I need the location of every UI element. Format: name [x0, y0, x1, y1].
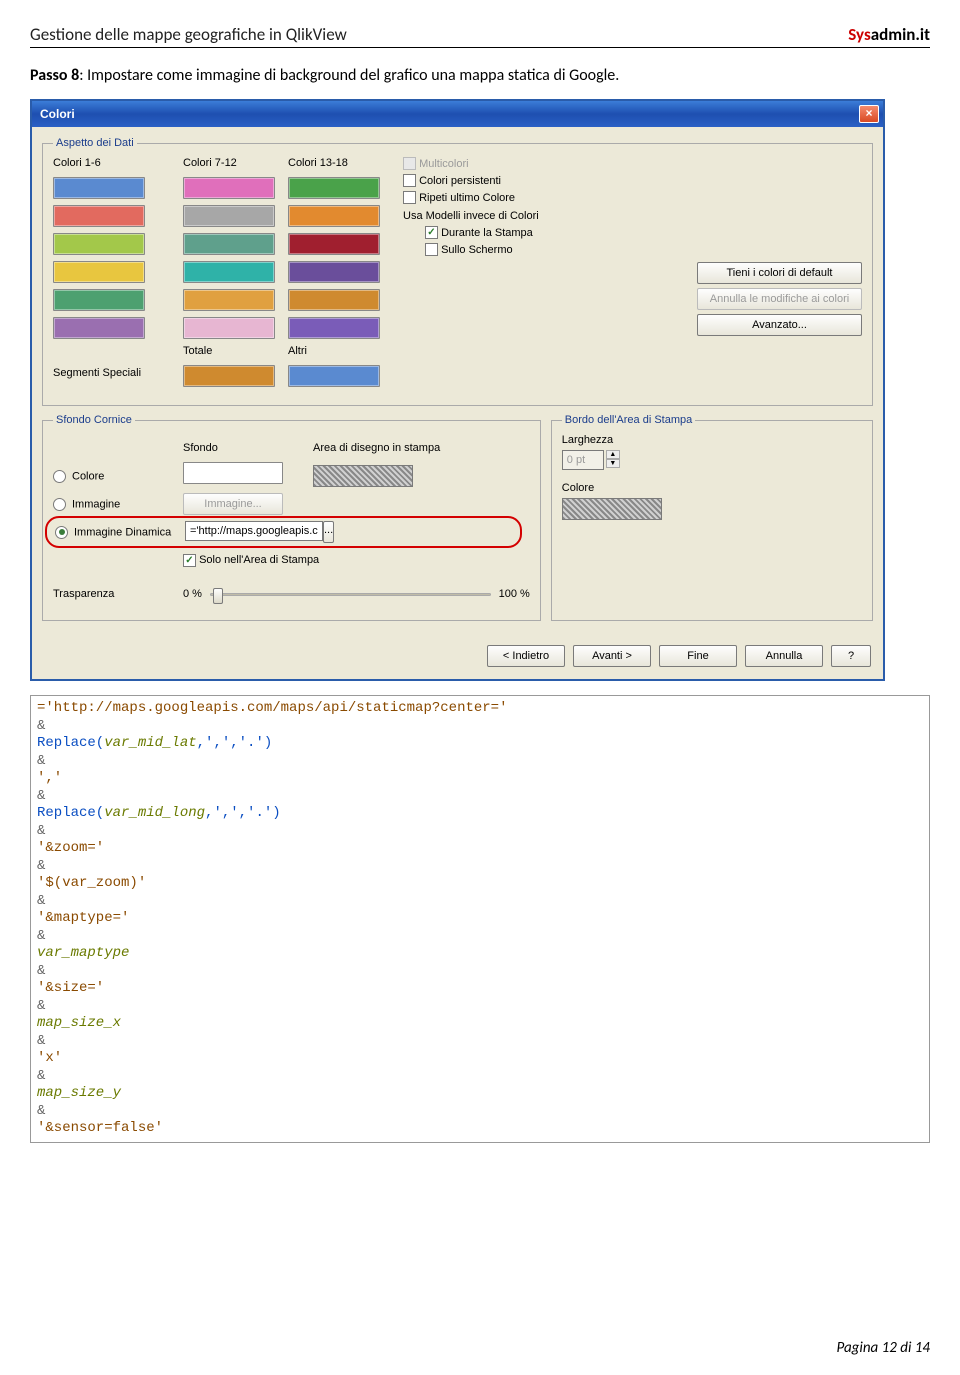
dialog-footer: < Indietro Avanti > Fine Annulla ?	[32, 635, 883, 679]
help-button[interactable]: ?	[831, 645, 871, 667]
color-swatch[interactable]	[53, 289, 145, 311]
color-radio[interactable]	[53, 470, 66, 483]
colors-dialog: Colori × Aspetto dei Dati Colori 1-6	[30, 99, 885, 681]
repeat-checkbox[interactable]	[403, 191, 416, 204]
print-area-only-checkbox[interactable]	[183, 554, 196, 567]
color-swatch[interactable]	[183, 233, 275, 255]
color-swatch[interactable]	[288, 289, 380, 311]
color-swatch[interactable]	[288, 205, 380, 227]
col2-title: Colori 7-12	[183, 157, 288, 171]
persistent-label: Colori persistenti	[419, 175, 501, 187]
close-icon[interactable]: ×	[859, 105, 879, 123]
slider-thumb[interactable]	[213, 588, 223, 604]
color-swatch[interactable]	[183, 261, 275, 283]
color-swatch[interactable]	[288, 317, 380, 339]
col3-title: Colori 13-18	[288, 157, 393, 171]
color-swatch[interactable]	[53, 261, 145, 283]
print-checkbox[interactable]	[425, 226, 438, 239]
multicolor-checkbox	[403, 157, 416, 170]
width-spinner[interactable]: ▲▼	[562, 450, 862, 470]
page-footer: Pagina 12 di 14	[836, 1339, 930, 1357]
sfondo-group: Sfondo Cornice Sfondo Area di disegno in…	[42, 414, 541, 621]
multicolor-label: Multicolori	[419, 158, 469, 170]
color-swatch[interactable]	[288, 233, 380, 255]
pct-100: 100 %	[499, 588, 530, 600]
persistent-checkbox[interactable]	[403, 174, 416, 187]
aspetto-legend: Aspetto dei Dati	[53, 137, 137, 149]
color-swatch[interactable]	[53, 317, 145, 339]
color-swatch[interactable]	[183, 317, 275, 339]
color-swatch[interactable]	[183, 365, 275, 387]
bordo-legend: Bordo dell'Area di Stampa	[562, 414, 695, 426]
expression-button[interactable]: ...	[323, 521, 334, 543]
width-label: Larghezza	[562, 434, 862, 446]
color-swatch[interactable]	[53, 205, 145, 227]
models-label: Usa Modelli invece di Colori	[403, 210, 862, 222]
advanced-button[interactable]: Avanzato...	[697, 314, 862, 336]
image-radio[interactable]	[53, 498, 66, 511]
totale-label: Totale	[183, 345, 288, 359]
bgcolor-swatch[interactable]	[183, 462, 283, 484]
finish-button[interactable]: Fine	[659, 645, 737, 667]
sfondo-header: Sfondo	[183, 442, 313, 454]
header-left: Gestione delle mappe geografiche in Qlik…	[30, 24, 347, 45]
transparency-label: Trasparenza	[53, 588, 183, 600]
print-label: Durante la Stampa	[441, 227, 533, 239]
cancel-button[interactable]: Annulla	[745, 645, 823, 667]
color-swatch[interactable]	[288, 177, 380, 199]
spinner-down-icon[interactable]: ▼	[606, 459, 620, 468]
dynamic-image-input[interactable]	[185, 521, 323, 541]
segmenti-label: Segmenti Speciali	[53, 367, 183, 379]
image-button: Immagine...	[183, 493, 283, 515]
intro-text: Passo 8: Impostare come immagine di back…	[30, 66, 930, 85]
print-area-only-label: Solo nell'Area di Stampa	[199, 554, 319, 566]
color-swatch[interactable]	[183, 289, 275, 311]
dialog-title: Colori	[40, 107, 859, 121]
color-swatch[interactable]	[183, 205, 275, 227]
border-color-swatch[interactable]	[562, 498, 662, 520]
area-header: Area di disegno in stampa	[313, 442, 530, 454]
sfondo-legend: Sfondo Cornice	[53, 414, 135, 426]
back-button[interactable]: < Indietro	[487, 645, 565, 667]
transparency-slider[interactable]	[210, 593, 491, 596]
color-swatch[interactable]	[53, 233, 145, 255]
area-swatch[interactable]	[313, 465, 413, 487]
aspetto-group: Aspetto dei Dati Colori 1-6 Segmenti Spe…	[42, 137, 873, 406]
dialog-titlebar[interactable]: Colori ×	[32, 101, 883, 127]
page-header: Gestione delle mappe geografiche in Qlik…	[30, 24, 930, 48]
repeat-label: Ripeti ultimo Colore	[419, 192, 515, 204]
default-colors-button[interactable]: Tieni i colori di default	[697, 262, 862, 284]
header-right: Sysadmin.it	[848, 24, 930, 45]
color-swatch[interactable]	[288, 365, 380, 387]
undo-colors-button: Annulla le modifiche ai colori	[697, 288, 862, 310]
color-swatch[interactable]	[183, 177, 275, 199]
pct-0: 0 %	[183, 588, 202, 600]
spinner-up-icon[interactable]: ▲	[606, 450, 620, 459]
next-button[interactable]: Avanti >	[573, 645, 651, 667]
screen-checkbox[interactable]	[425, 243, 438, 256]
color-swatch[interactable]	[288, 261, 380, 283]
width-input[interactable]	[562, 450, 604, 470]
color-swatch[interactable]	[53, 177, 145, 199]
col1-title: Colori 1-6	[53, 157, 183, 171]
code-block: ='http://maps.googleapis.com/maps/api/st…	[30, 695, 930, 1143]
bordo-group: Bordo dell'Area di Stampa Larghezza ▲▼ C…	[551, 414, 873, 621]
color-label: Colore	[562, 482, 862, 494]
dynamic-image-radio[interactable]	[55, 526, 68, 539]
altri-label: Altri	[288, 345, 393, 359]
screen-label: Sullo Schermo	[441, 244, 513, 256]
